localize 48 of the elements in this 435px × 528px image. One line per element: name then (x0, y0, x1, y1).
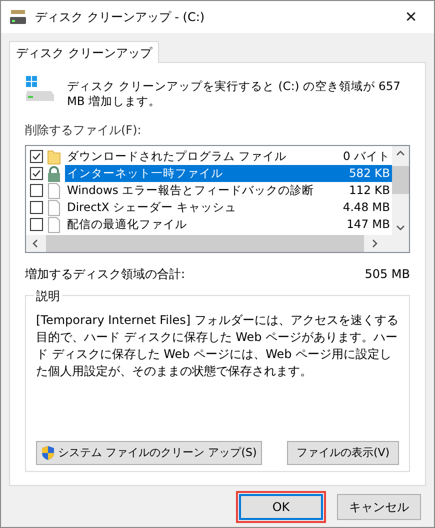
file-name: ダウンロードされたプログラム ファイル (67, 148, 287, 165)
shield-icon (41, 445, 56, 461)
file-size: 4.48 MB (342, 198, 390, 216)
total-label: 増加するディスク領域の合計: (25, 266, 186, 283)
disk-drive-icon (9, 9, 27, 25)
description-text: [Temporary Internet Files] フォルダーには、アクセスを速くする目的で、ハード ディスクに保存した Web ページがあります。ハード ディスクに保存した Web ページには、Web ページ用に設定した個人用設定が、そのままの状態で保存されます。 (36, 312, 399, 380)
window-title: ディスク クリーンアップ - (C:) (35, 9, 206, 26)
checkbox[interactable] (30, 201, 43, 214)
file-row[interactable]: 配信の最適化ファイル 147 MB (30, 216, 392, 233)
file-name: DirectX シェーダー キャッシュ (67, 198, 237, 216)
total-value: 505 MB (364, 266, 410, 283)
vertical-scrollbar[interactable] (392, 146, 409, 235)
padlock-icon (47, 166, 61, 182)
checkbox[interactable] (30, 218, 43, 231)
dialog-button[interactable]: OK (239, 494, 323, 520)
file-row[interactable]: Windows エラー報告とフィードバックの診断 112 KB (30, 182, 392, 199)
checkbox[interactable] (30, 184, 43, 197)
file-size: 147 MB (346, 216, 390, 233)
summary-text: ディスク クリーンアップを実行すると (C:) の空き領域が 657 MB 増加します。 (67, 78, 402, 109)
close-button[interactable]: ✕ (396, 3, 426, 31)
folder-icon (47, 148, 61, 164)
tab[interactable]: ディスク クリーンアップ (9, 41, 159, 63)
file-name: インターネット一時ファイル (67, 164, 223, 182)
scroll-down-icon[interactable] (396, 225, 405, 231)
file-name: 配信の最適化ファイル (67, 216, 187, 233)
file-size: 582 KB (348, 164, 390, 182)
panel-button[interactable]: ファイルの表示(V) (287, 441, 399, 465)
horizontal-scrollbar[interactable] (26, 235, 409, 252)
scroll-left-icon[interactable] (32, 239, 38, 248)
windows-drive-icon (25, 75, 55, 103)
file-row[interactable]: DirectX シェーダー キャッシュ 4.48 MB (30, 199, 392, 216)
file-row[interactable]: ダウンロードされたプログラム ファイル 0 バイト (30, 148, 392, 165)
file-size: 0 バイト (343, 148, 390, 165)
group-title: 説明 (34, 287, 62, 305)
files-label: 削除するファイル(F): (25, 122, 142, 139)
scroll-thumb[interactable] (46, 235, 364, 252)
file-size: 112 KB (348, 182, 390, 199)
scroll-thumb[interactable] (392, 166, 409, 194)
file-name: Windows エラー報告とフィードバックの診断 (67, 182, 314, 199)
scroll-right-icon[interactable] (372, 239, 378, 248)
checkbox[interactable] (30, 167, 43, 180)
checkbox[interactable] (30, 150, 43, 163)
document-icon (47, 216, 61, 232)
scroll-up-icon[interactable] (396, 150, 405, 156)
dialog-button[interactable]: キャンセル (337, 494, 421, 520)
document-icon (47, 182, 61, 198)
document-icon (47, 200, 61, 216)
panel-button[interactable]: システム ファイルのクリーン アップ(S) (36, 441, 262, 465)
